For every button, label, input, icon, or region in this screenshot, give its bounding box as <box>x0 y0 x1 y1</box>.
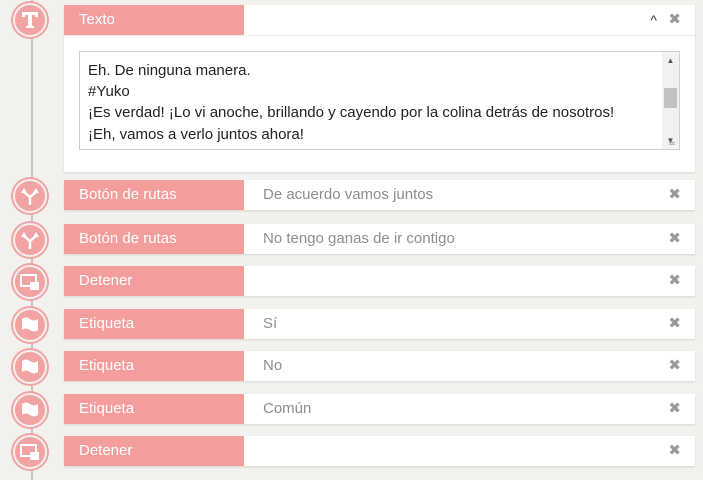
flag-icon <box>15 310 45 340</box>
row-value[interactable]: Común <box>263 394 311 424</box>
route-fork-icon <box>15 225 45 255</box>
list-item[interactable]: Detener ✖ <box>64 266 695 296</box>
list-item[interactable]: Etiqueta No ✖ <box>64 351 695 381</box>
list-item[interactable]: Detener ✖ <box>64 436 695 466</box>
stop-window-icon <box>15 267 45 297</box>
close-icon[interactable]: ✖ <box>668 5 681 35</box>
chevron-up-icon[interactable]: ^ <box>650 5 657 35</box>
text-line: Eh. De ninguna manera. <box>88 62 251 79</box>
text-line: #Yuko <box>88 83 130 100</box>
flag-icon <box>15 352 45 382</box>
row-value[interactable]: Sí <box>263 309 277 339</box>
text-block-header: Texto ^ ✖ <box>64 5 695 36</box>
text-t-icon <box>15 5 45 35</box>
row-label: Etiqueta <box>64 351 244 381</box>
row-label: Etiqueta <box>64 394 244 424</box>
flag-icon <box>15 395 45 425</box>
row-value[interactable]: No <box>263 351 282 381</box>
stop-window-icon <box>15 437 45 467</box>
close-icon[interactable]: ✖ <box>668 180 681 210</box>
text-line: ¡Eh, vamos a verlo juntos ahora! <box>88 126 304 143</box>
scrollbar-thumb[interactable] <box>664 88 677 108</box>
scroll-up-arrow-icon[interactable]: ▲ <box>662 52 679 69</box>
row-label: Detener <box>64 436 244 466</box>
close-icon[interactable]: ✖ <box>668 394 681 424</box>
list-item[interactable]: Etiqueta Sí ✖ <box>64 309 695 339</box>
text-block-textarea[interactable]: Eh. De ninguna manera. #Yuko ¡Es verdad!… <box>79 51 680 150</box>
row-label: Etiqueta <box>64 309 244 339</box>
row-label: Botón de rutas <box>64 224 244 254</box>
row-label: Detener <box>64 266 244 296</box>
resize-handle-icon[interactable]: ≟ <box>668 138 678 148</box>
route-fork-icon <box>15 181 45 211</box>
row-label: Botón de rutas <box>64 180 244 210</box>
row-value[interactable]: De acuerdo vamos juntos <box>263 180 433 210</box>
close-icon[interactable]: ✖ <box>668 266 681 296</box>
textarea-scrollbar[interactable]: ▲ ▼ <box>662 52 679 149</box>
text-block-label: Texto <box>64 5 244 35</box>
list-item[interactable]: Etiqueta Común ✖ <box>64 394 695 424</box>
row-value[interactable]: No tengo ganas de ir contigo <box>263 224 455 254</box>
text-line: ¡Es verdad! ¡Lo vi anoche, brillando y c… <box>88 104 615 121</box>
list-item[interactable]: Botón de rutas De acuerdo vamos juntos ✖ <box>64 180 695 210</box>
list-item[interactable]: Botón de rutas No tengo ganas de ir cont… <box>64 224 695 254</box>
close-icon[interactable]: ✖ <box>668 224 681 254</box>
close-icon[interactable]: ✖ <box>668 309 681 339</box>
text-block-card: Texto ^ ✖ Eh. De ninguna manera. #Yuko ¡… <box>64 5 695 172</box>
close-icon[interactable]: ✖ <box>668 436 681 466</box>
close-icon[interactable]: ✖ <box>668 351 681 381</box>
